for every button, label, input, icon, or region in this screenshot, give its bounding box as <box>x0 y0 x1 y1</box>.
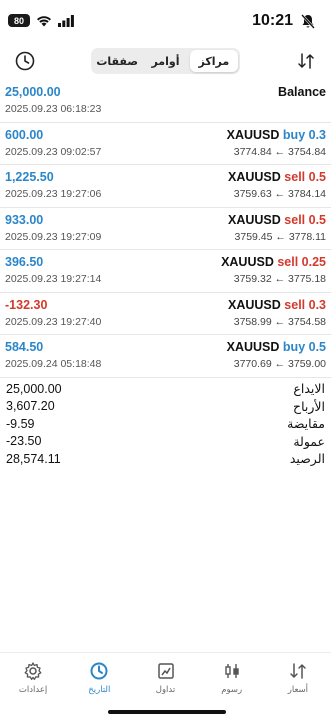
tab-positions[interactable]: مراكز <box>189 50 238 72</box>
trade-profit: 584.50 <box>5 340 44 354</box>
trade-symbol: XAUUSD <box>226 127 280 142</box>
balance-row[interactable]: 25,000.00 Balance 2025.09.23 06:18:23 <box>0 80 331 123</box>
summary-value: -23.50 <box>6 434 42 449</box>
trade-profit: 933.00 <box>5 212 44 227</box>
summary-balance: 28,574.11 الرصيد <box>0 450 331 468</box>
summary-deposit: 25,000.00 الايداع <box>0 380 331 398</box>
toolbar: صفقات أوامر مراكز <box>0 46 331 76</box>
summary-label: مقايضة <box>287 417 325 432</box>
gear-icon <box>24 662 42 680</box>
trade-date: 2025.09.23 19:27:40 <box>5 315 102 328</box>
tab-history-label: التاريخ <box>88 684 111 694</box>
trade-side: sell 0.3 <box>284 297 326 312</box>
summary-value: 3,607.20 <box>6 399 55 414</box>
trade-prices: 3759.63 ← 3784.14 <box>233 188 326 200</box>
trade-side: sell 0.25 <box>277 255 326 269</box>
segmented-control: صفقات أوامر مراكز <box>91 48 240 74</box>
bottom-tab-bar: إعدادات التاريخ تداول رسوم أسعار <box>0 652 331 702</box>
trade-symbol: XAUUSD <box>228 212 281 227</box>
tab-positions-label: مراكز <box>198 55 230 68</box>
tab-quotes-label: أسعار <box>287 684 309 694</box>
tab-settings-label: إعدادات <box>18 684 48 694</box>
wifi-icon <box>37 15 51 26</box>
history-list: 25,000.00 Balance 2025.09.23 06:18:23 60… <box>0 80 331 378</box>
trade-symbol: XAUUSD <box>228 297 281 312</box>
home-indicator <box>108 710 226 714</box>
tab-deals-label: صفقات <box>96 55 138 68</box>
balance-date: 2025.09.23 06:18:23 <box>5 103 102 115</box>
balance-label: Balance <box>278 85 326 99</box>
summary-profit: 3,607.20 الأرباح <box>0 398 331 416</box>
trade-prices: 3759.32 ← 3775.18 <box>233 273 326 285</box>
trade-row[interactable]: -132.30 XAUUSD sell 0.3 2025.09.23 19:27… <box>0 293 331 335</box>
quotes-icon <box>290 663 306 679</box>
tab-history[interactable]: التاريخ <box>66 653 132 702</box>
summary-commission: -23.50 عمولة <box>0 433 331 451</box>
trade-profit: 1,225.50 <box>5 170 54 184</box>
trade-side: buy 0.3 <box>282 127 326 142</box>
trade-prices: 3759.45 ← 3778.11 <box>234 230 326 243</box>
status-bar: 80 10:21 <box>0 0 331 46</box>
trade-symbol: XAUUSD <box>221 255 274 269</box>
trade-row[interactable]: 396.50 XAUUSD sell 0.25 2025.09.23 19:27… <box>0 250 331 293</box>
summary-value: -9.59 <box>6 416 35 431</box>
trade-prices: 3758.99 ← 3754.58 <box>233 315 326 328</box>
tab-charts-label: رسوم <box>221 684 243 694</box>
sort-icon[interactable] <box>297 52 315 70</box>
summary-label: عمولة <box>293 434 325 449</box>
trade-row[interactable]: 933.00 XAUUSD sell 0.5 2025.09.23 19:27:… <box>0 208 331 250</box>
trade-date: 2025.09.23 19:27:09 <box>5 230 102 243</box>
trade-row[interactable]: 1,225.50 XAUUSD sell 0.5 2025.09.23 19:2… <box>0 165 331 208</box>
trade-icon <box>157 663 174 679</box>
status-time: 10:21 <box>252 12 293 29</box>
trade-profit: 396.50 <box>5 255 44 269</box>
clock-icon[interactable] <box>14 50 36 72</box>
summary-value: 28,574.11 <box>6 451 61 466</box>
trade-side: sell 0.5 <box>284 170 326 184</box>
trade-date: 2025.09.23 19:27:14 <box>5 273 102 285</box>
tab-settings[interactable]: إعدادات <box>0 653 66 702</box>
trade-date: 2025.09.23 09:02:57 <box>5 145 102 158</box>
trade-prices: 3770.69 ← 3759.00 <box>233 358 326 370</box>
signal-icon <box>58 14 74 27</box>
trade-row[interactable]: 600.00 XAUUSD buy 0.3 2025.09.23 09:02:5… <box>0 123 331 165</box>
trade-symbol: XAUUSD <box>226 340 280 354</box>
summary-label: الايداع <box>293 382 325 397</box>
trade-profit: 600.00 <box>5 127 44 142</box>
trade-symbol: XAUUSD <box>228 170 281 184</box>
summary-value: 25,000.00 <box>6 381 62 396</box>
summary-block: 25,000.00 الايداع 3,607.20 الأرباح -9.59… <box>0 380 331 468</box>
balance-amount: 25,000.00 <box>5 85 61 99</box>
trade-side: buy 0.5 <box>282 340 326 354</box>
history-icon <box>90 662 108 680</box>
tab-deals[interactable]: صفقات <box>93 50 141 72</box>
chart-icon <box>225 664 239 678</box>
tab-trade-label: تداول <box>155 684 176 694</box>
trade-prices: 3774.84 ← 3754.84 <box>233 145 326 158</box>
tab-orders[interactable]: أوامر <box>141 50 189 72</box>
trade-date: 2025.09.24 05:18:48 <box>5 358 102 370</box>
tab-charts[interactable]: رسوم <box>199 653 265 702</box>
tab-orders-label: أوامر <box>151 55 180 68</box>
tab-quotes[interactable]: أسعار <box>265 653 331 702</box>
trade-row[interactable]: 584.50 XAUUSD buy 0.5 2025.09.24 05:18:4… <box>0 335 331 378</box>
summary-label: الرصيد <box>289 452 325 467</box>
battery-icon: 80 <box>8 14 30 27</box>
battery-level: 80 <box>13 15 24 26</box>
trade-profit: -132.30 <box>5 297 48 312</box>
trade-side: sell 0.5 <box>284 212 326 227</box>
summary-label: الأرباح <box>293 399 325 414</box>
bell-muted-icon <box>301 13 315 29</box>
tab-trade[interactable]: تداول <box>132 653 198 702</box>
summary-swap: -9.59 مقايضة <box>0 415 331 433</box>
trade-date: 2025.09.23 19:27:06 <box>5 188 102 200</box>
